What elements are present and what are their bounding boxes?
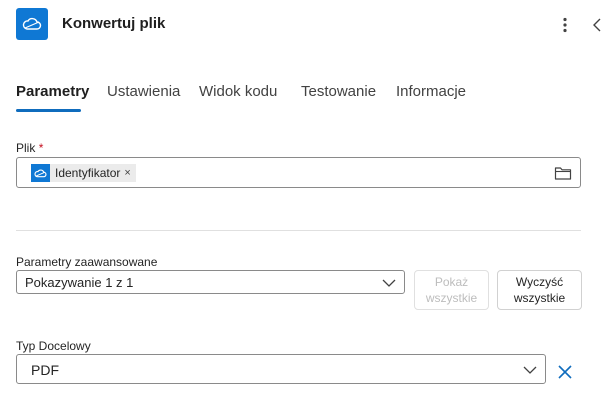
onedrive-cloud-icon bbox=[31, 164, 50, 182]
target-type-dropdown[interactable]: PDF bbox=[16, 354, 546, 384]
dynamic-content-token[interactable]: Identyfikator × bbox=[31, 164, 136, 182]
collapse-panel-button[interactable] bbox=[588, 13, 606, 37]
tab-informacje[interactable]: Informacje bbox=[396, 83, 466, 100]
show-all-label: Pokaż wszystkie bbox=[425, 275, 478, 305]
clear-all-button[interactable]: Wyczyść wszystkie bbox=[497, 270, 582, 310]
advanced-params-dropdown[interactable]: Pokazywanie 1 z 1 bbox=[16, 270, 405, 294]
browse-folder-button[interactable] bbox=[554, 165, 572, 181]
chevron-down-icon bbox=[523, 366, 537, 374]
advanced-params-value: Pokazywanie 1 z 1 bbox=[25, 275, 134, 290]
tab-parametry[interactable]: Parametry bbox=[16, 83, 89, 100]
more-options-button[interactable] bbox=[558, 14, 572, 36]
clear-all-label: Wyczyść wszystkie bbox=[513, 275, 566, 305]
more-vertical-icon bbox=[563, 17, 567, 33]
target-type-label: Typ Docelowy bbox=[16, 339, 91, 353]
file-field-label: Plik * bbox=[16, 141, 43, 155]
token-remove-button[interactable]: × bbox=[124, 167, 130, 179]
target-type-value: PDF bbox=[31, 362, 59, 378]
token-label: Identyfikator bbox=[55, 166, 121, 180]
show-all-button[interactable]: Pokaż wszystkie bbox=[414, 270, 489, 310]
required-marker: * bbox=[38, 141, 44, 155]
section-divider bbox=[16, 230, 581, 231]
page-title: Konwertuj plik bbox=[62, 15, 166, 32]
file-input[interactable]: Identyfikator × bbox=[16, 157, 581, 188]
advanced-params-label: Parametry zaawansowane bbox=[16, 255, 158, 269]
active-tab-indicator bbox=[16, 109, 81, 112]
onedrive-cloud-icon bbox=[16, 8, 48, 40]
tab-widok-kodu[interactable]: Widok kodu bbox=[199, 83, 277, 100]
close-icon bbox=[558, 365, 572, 379]
tab-ustawienia[interactable]: Ustawienia bbox=[107, 83, 180, 100]
folder-icon bbox=[554, 167, 572, 180]
chevron-down-icon bbox=[382, 279, 396, 287]
remove-parameter-button[interactable] bbox=[557, 364, 573, 380]
tab-testowanie[interactable]: Testowanie bbox=[301, 83, 376, 100]
panel-header: Konwertuj plik bbox=[0, 0, 609, 50]
file-field-label-text: Plik bbox=[16, 141, 36, 155]
chevron-left-icon bbox=[593, 18, 601, 32]
